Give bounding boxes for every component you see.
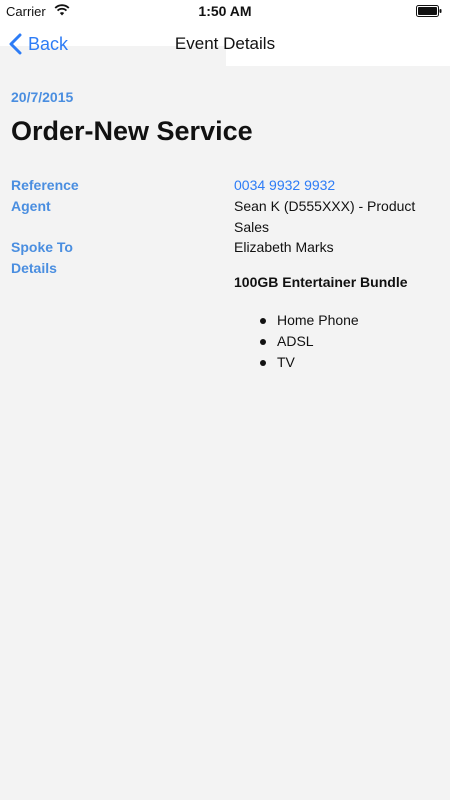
- details-label: Details: [11, 260, 57, 276]
- agent-value: Sean K (D555XXX) - Product Sales: [234, 198, 416, 235]
- bullet-icon: [260, 360, 266, 366]
- list-item: TV: [234, 352, 359, 373]
- bullet-icon: [260, 318, 266, 324]
- event-title: Order-New Service: [11, 116, 253, 146]
- reference-label: Reference: [11, 177, 79, 193]
- list-item: ADSL: [234, 331, 359, 352]
- list-item: Home Phone: [234, 310, 359, 331]
- page-title: Event Details: [174, 34, 276, 53]
- bundle-items-list: Home Phone ADSL TV: [234, 310, 359, 373]
- status-bar: Carrier 1:50 AM: [0, 0, 450, 22]
- event-date: 20/7/2015: [11, 89, 74, 105]
- battery-icon: [416, 5, 442, 17]
- spoke-to-value: Elizabeth Marks: [234, 239, 334, 255]
- agent-label: Agent: [11, 198, 51, 214]
- bundle-title: 100GB Entertainer Bundle: [234, 274, 408, 290]
- status-time: 1:50 AM: [198, 3, 252, 19]
- navigation-bar: Back Event Details: [0, 22, 450, 66]
- bullet-icon: [260, 339, 266, 345]
- reference-value-link[interactable]: 0034 9932 9932: [234, 175, 439, 196]
- spoke-to-label: Spoke To: [11, 239, 73, 255]
- list-item-label: ADSL: [277, 333, 314, 349]
- list-item-label: Home Phone: [277, 312, 359, 328]
- list-item-label: TV: [277, 354, 295, 370]
